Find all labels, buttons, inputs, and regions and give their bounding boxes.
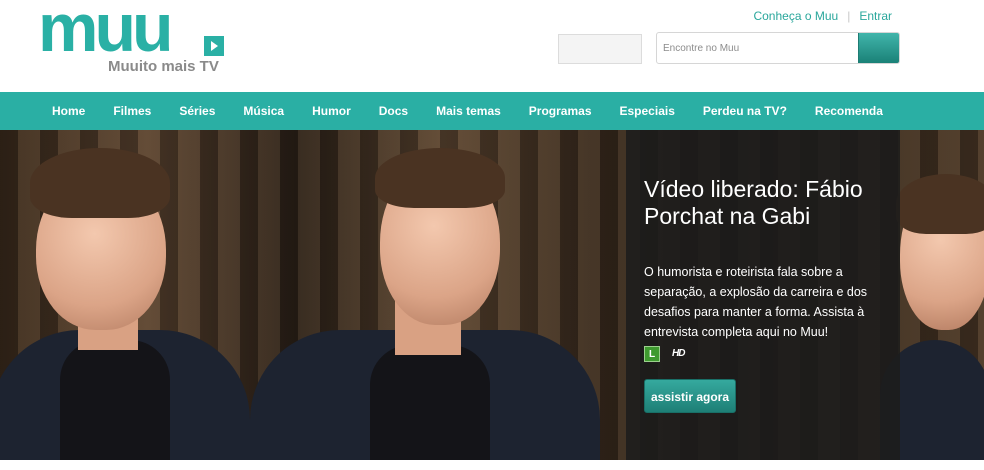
top-links: Conheça o Muu | Entrar: [753, 9, 892, 23]
muu-logo[interactable]: muu Muuito mais TV: [38, 0, 228, 78]
hero-info-panel: Vídeo liberado: Fábio Porchat na Gabi O …: [626, 130, 900, 460]
search-input[interactable]: [657, 33, 859, 63]
nav-item-especiais[interactable]: Especiais: [606, 92, 689, 130]
nav-item-programas[interactable]: Programas: [515, 92, 606, 130]
nav-item-perdeu-na-tv[interactable]: Perdeu na TV?: [689, 92, 801, 130]
nav-item-series[interactable]: Séries: [165, 92, 229, 130]
nav-item-mais-temas[interactable]: Mais temas: [422, 92, 515, 130]
nav-item-filmes[interactable]: Filmes: [99, 92, 165, 130]
nav-item-humor[interactable]: Humor: [298, 92, 365, 130]
watch-now-button[interactable]: assistir agora: [644, 379, 736, 413]
search-button[interactable]: [858, 33, 899, 63]
site-header: muu Muuito mais TV Conheça o Muu | Entrar: [0, 0, 984, 92]
hero-image-person-1: [0, 130, 260, 460]
hd-badge: HD: [672, 348, 685, 359]
age-rating-badge: L: [644, 346, 660, 362]
nav-item-musica[interactable]: Música: [229, 92, 298, 130]
nav-item-docs[interactable]: Docs: [365, 92, 422, 130]
hero-title[interactable]: Vídeo liberado: Fábio Porchat na Gabi: [644, 176, 884, 230]
about-link[interactable]: Conheça o Muu: [753, 9, 838, 23]
logo-wordmark: muu: [38, 0, 174, 66]
search-box: [656, 32, 900, 64]
logo-tagline: Muuito mais TV: [108, 58, 219, 75]
hero-image-person-2: [240, 130, 620, 460]
hero-banner[interactable]: Vídeo liberado: Fábio Porchat na Gabi O …: [0, 130, 984, 460]
nav-item-recomenda[interactable]: Recomenda: [801, 92, 897, 130]
link-separator: |: [847, 9, 851, 23]
play-icon: [204, 36, 224, 56]
ad-slot-box: [558, 34, 642, 64]
main-nav: Home Filmes Séries Música Humor Docs Mai…: [0, 92, 984, 130]
hero-description: O humorista e roteirista fala sobre a se…: [644, 265, 868, 339]
login-link[interactable]: Entrar: [859, 9, 892, 23]
nav-item-home[interactable]: Home: [38, 92, 99, 130]
